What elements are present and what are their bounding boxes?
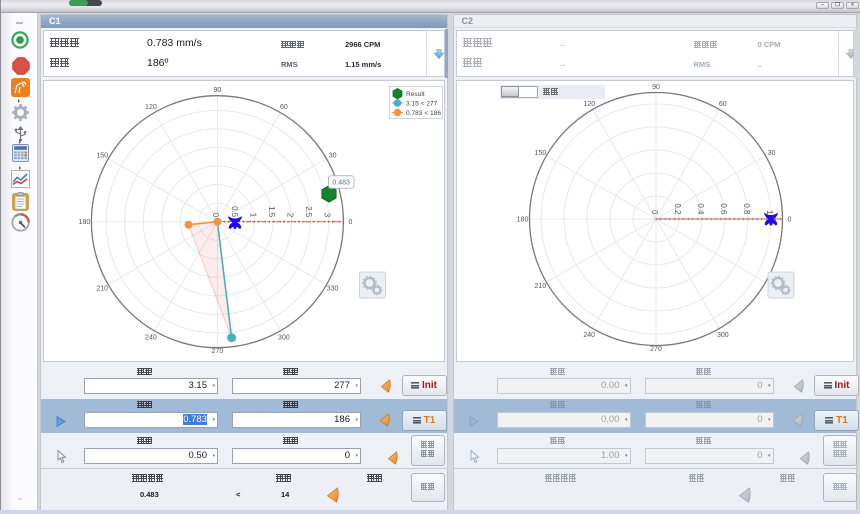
- svg-text:240: 240: [145, 334, 157, 341]
- svg-text:90: 90: [652, 84, 660, 91]
- svg-text:300: 300: [716, 332, 728, 339]
- svg-text:0: 0: [211, 213, 220, 218]
- svg-text:180: 180: [79, 219, 91, 226]
- svg-text:240: 240: [583, 332, 595, 339]
- svg-text:0.4: 0.4: [695, 203, 704, 215]
- svg-text:210: 210: [96, 286, 108, 293]
- svg-text:3.15 < 277: 3.15 < 277: [406, 101, 438, 108]
- svg-text:0: 0: [649, 210, 658, 215]
- svg-text:0.6: 0.6: [718, 203, 727, 215]
- svg-text:120: 120: [145, 104, 157, 111]
- svg-text:0: 0: [787, 217, 791, 224]
- svg-text:150: 150: [96, 153, 108, 160]
- svg-text:0.483: 0.483: [332, 180, 350, 187]
- svg-text:0.5: 0.5: [230, 206, 239, 218]
- svg-text:3: 3: [323, 213, 332, 218]
- svg-text:2.5: 2.5: [304, 206, 313, 218]
- svg-text:0.8: 0.8: [741, 203, 750, 215]
- svg-text:330: 330: [327, 286, 339, 293]
- svg-text:300: 300: [278, 334, 290, 341]
- svg-text:Result: Result: [406, 91, 425, 98]
- svg-text:210: 210: [534, 283, 546, 290]
- svg-text:0: 0: [348, 219, 352, 226]
- svg-text:1: 1: [248, 213, 257, 218]
- svg-text:270: 270: [650, 346, 662, 353]
- svg-text:60: 60: [718, 101, 726, 108]
- svg-text:0.783 < 186: 0.783 < 186: [406, 110, 441, 117]
- svg-text:0.2: 0.2: [672, 203, 681, 215]
- svg-text:150: 150: [534, 150, 546, 157]
- svg-text:2: 2: [285, 213, 294, 218]
- svg-text:90: 90: [214, 87, 222, 94]
- svg-text:60: 60: [280, 104, 288, 111]
- svg-text:30: 30: [329, 153, 337, 160]
- svg-text:30: 30: [767, 150, 775, 157]
- svg-text:1.5: 1.5: [267, 206, 276, 218]
- svg-text:180: 180: [516, 217, 528, 224]
- svg-text:270: 270: [212, 348, 224, 355]
- svg-text:120: 120: [583, 101, 595, 108]
